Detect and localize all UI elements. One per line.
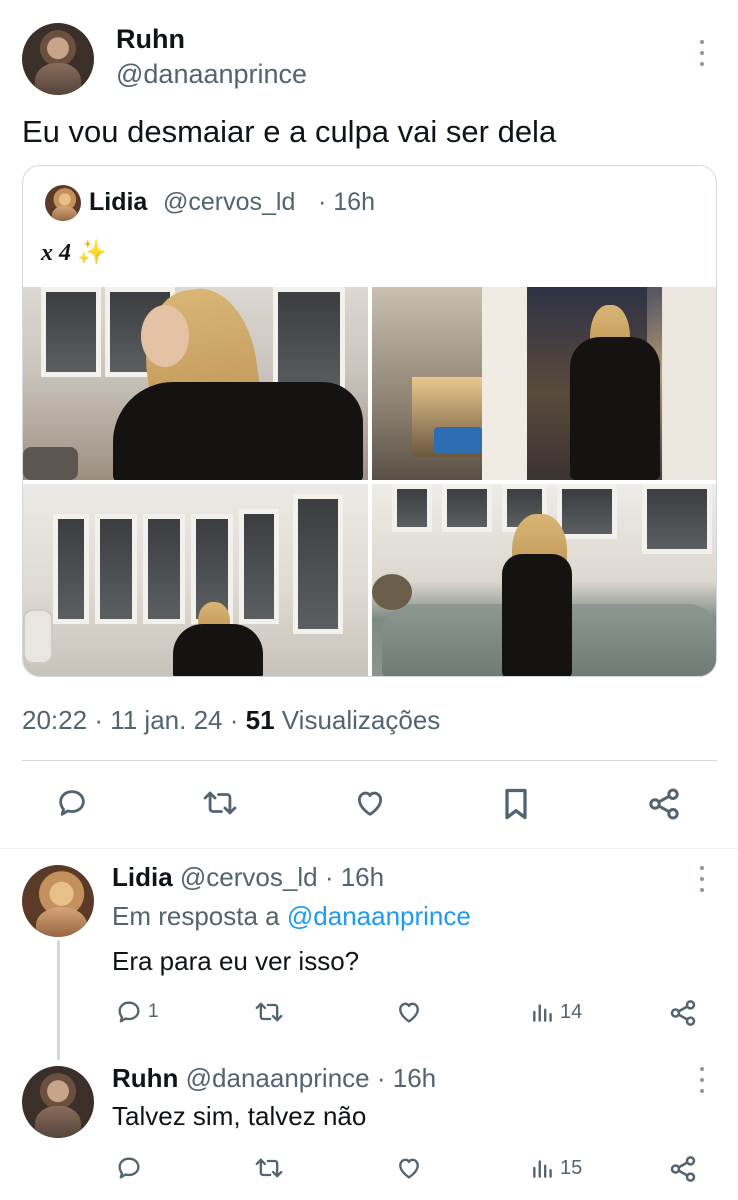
- avatar[interactable]: [22, 865, 94, 937]
- reply-button[interactable]: [114, 1154, 148, 1182]
- views-button[interactable]: 15: [530, 1154, 582, 1182]
- photo-1[interactable]: [23, 287, 368, 480]
- reply-button[interactable]: 1: [114, 998, 159, 1026]
- share-button[interactable]: [668, 1154, 698, 1184]
- quoted-text-body: x 4: [41, 240, 71, 266]
- reply-count: 1: [148, 1001, 159, 1022]
- reply-prefix: Em resposta a: [112, 901, 280, 931]
- reply-header: Lidia @cervos_ld · 16h: [112, 862, 384, 893]
- like-button[interactable]: [352, 786, 388, 820]
- share-icon: [649, 788, 679, 820]
- reply-icon: [118, 1157, 140, 1179]
- reply-context: Em resposta a @danaanprince: [112, 901, 471, 932]
- views-count: 15: [560, 1156, 583, 1179]
- share-button[interactable]: [646, 786, 682, 822]
- photo-3[interactable]: [23, 484, 368, 676]
- like-icon: [399, 1158, 419, 1179]
- author-handle[interactable]: @danaanprince: [186, 1063, 370, 1093]
- retweet-button[interactable]: [252, 1154, 290, 1182]
- reply-time: · 16h: [324, 862, 385, 892]
- views-icon: [533, 1160, 552, 1178]
- views-count[interactable]: 51: [246, 705, 275, 735]
- more-icon[interactable]: [697, 866, 707, 892]
- like-icon: [357, 791, 383, 816]
- views-label[interactable]: Visualizações: [282, 705, 441, 735]
- retweet-button[interactable]: [200, 786, 240, 820]
- reply-time: · 16h: [376, 1063, 437, 1093]
- retweet-icon: [203, 791, 237, 815]
- author-name[interactable]: Lidia: [112, 862, 173, 892]
- tweet-meta: 20:22 · 11 jan. 24 · 51 Visualizações: [22, 705, 440, 736]
- share-icon: [670, 1156, 696, 1182]
- author-name[interactable]: Ruhn: [112, 1063, 178, 1093]
- views-button[interactable]: 14: [530, 998, 582, 1026]
- more-icon[interactable]: [697, 40, 707, 66]
- quoted-time: · 16h: [318, 188, 375, 216]
- avatar[interactable]: [22, 1066, 94, 1138]
- tweet-date: 11 jan. 24: [110, 705, 223, 735]
- like-button[interactable]: [394, 1154, 428, 1182]
- avatar[interactable]: [22, 23, 94, 95]
- author-handle[interactable]: @cervos_ld: [180, 862, 318, 892]
- more-icon[interactable]: [697, 1067, 707, 1093]
- quoted-author-handle[interactable]: @cervos_ld: [163, 188, 295, 217]
- bookmark-button[interactable]: [500, 786, 532, 822]
- tweet-text: Eu vou desmaiar e a culpa vai ser dela: [22, 114, 557, 149]
- meta-separator: ·: [94, 705, 103, 735]
- divider: [0, 848, 738, 849]
- reply-text: Talvez sim, talvez não: [112, 1101, 367, 1131]
- reply-icon: [59, 790, 85, 816]
- like-icon: [399, 1002, 419, 1023]
- author-handle[interactable]: @danaanprince: [116, 59, 307, 90]
- photo-4[interactable]: [372, 484, 716, 676]
- thread-line: [57, 940, 60, 1060]
- reply-text: Era para eu ver isso?: [112, 946, 360, 976]
- reply-header: Ruhn @danaanprince · 16h: [112, 1063, 436, 1094]
- tweet-time: 20:22: [22, 705, 88, 735]
- quoted-author-name[interactable]: Lidia: [89, 188, 147, 217]
- reply-to-link[interactable]: @danaanprince: [287, 901, 471, 931]
- retweet-icon: [255, 1002, 283, 1022]
- avatar[interactable]: [45, 185, 81, 221]
- sparkles-icon: ✨: [77, 240, 107, 266]
- views-count: 14: [560, 1000, 583, 1023]
- reply-button[interactable]: [54, 786, 90, 820]
- bookmark-icon: [505, 788, 527, 820]
- views-icon: [533, 1004, 552, 1022]
- quoted-text: x 4 ✨: [41, 238, 107, 267]
- reply-icon: [118, 1001, 140, 1023]
- share-button[interactable]: [668, 998, 698, 1028]
- retweet-button[interactable]: [252, 998, 290, 1026]
- author-name[interactable]: Ruhn: [116, 24, 185, 55]
- like-button[interactable]: [394, 998, 428, 1026]
- share-icon: [670, 1000, 696, 1026]
- meta-separator: ·: [229, 705, 239, 735]
- photo-2[interactable]: [372, 287, 716, 480]
- retweet-icon: [255, 1158, 283, 1178]
- quoted-tweet[interactable]: Lidia @cervos_ld · 16h x 4 ✨: [22, 165, 717, 677]
- divider: [22, 760, 717, 761]
